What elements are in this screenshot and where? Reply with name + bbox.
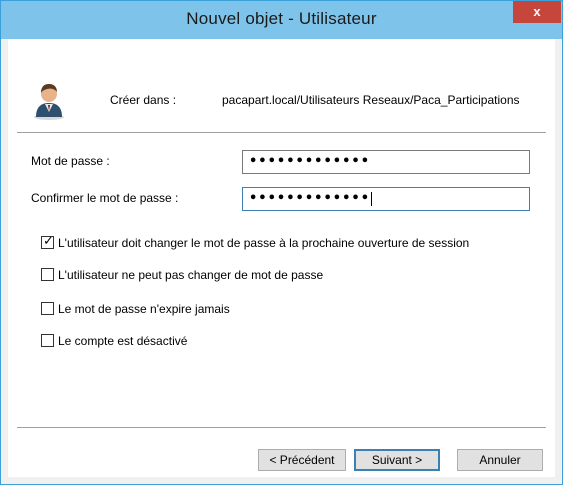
back-button[interactable]: < Précédent — [258, 449, 346, 471]
cancel-button[interactable]: Annuler — [457, 449, 543, 471]
confirm-password-label: Confirmer le mot de passe : — [31, 191, 179, 205]
password-label: Mot de passe : — [31, 154, 110, 168]
checkmark-icon: ✓ — [43, 234, 54, 249]
dialog-content: Créer dans : pacapart.local/Utilisateurs… — [8, 39, 555, 477]
window-title: Nouvel objet - Utilisateur — [186, 9, 377, 28]
checkbox[interactable] — [41, 302, 54, 315]
separator-top — [17, 132, 546, 134]
password-value: ••••••••••••• — [249, 154, 371, 169]
next-button[interactable]: Suivant > — [354, 449, 440, 471]
option-label: Le compte est désactivé — [58, 334, 188, 348]
title-bar[interactable]: Nouvel objet - Utilisateur x — [1, 1, 562, 39]
confirm-password-value: ••••••••••••• — [249, 191, 371, 206]
option-label: Le mot de passe n'expire jamais — [58, 302, 230, 316]
option-label: L'utilisateur doit changer le mot de pas… — [58, 236, 470, 250]
close-button[interactable]: x — [513, 1, 561, 23]
option-label: L'utilisateur ne peut pas changer de mot… — [58, 268, 324, 282]
confirm-password-input[interactable]: ••••••••••••• — [242, 187, 530, 211]
separator-bottom — [17, 427, 546, 429]
create-in-label: Créer dans : — [110, 93, 177, 107]
container-path: pacapart.local/Utilisateurs Reseaux/Paca… — [222, 93, 520, 107]
checkbox[interactable]: ✓ — [41, 234, 54, 249]
user-icon — [34, 84, 64, 120]
text-caret — [371, 191, 373, 206]
password-input[interactable]: ••••••••••••• — [242, 150, 530, 174]
checkbox[interactable] — [41, 334, 54, 347]
checkbox[interactable] — [41, 268, 54, 281]
dialog-window: Nouvel objet - Utilisateur x Créer dans … — [0, 0, 563, 485]
